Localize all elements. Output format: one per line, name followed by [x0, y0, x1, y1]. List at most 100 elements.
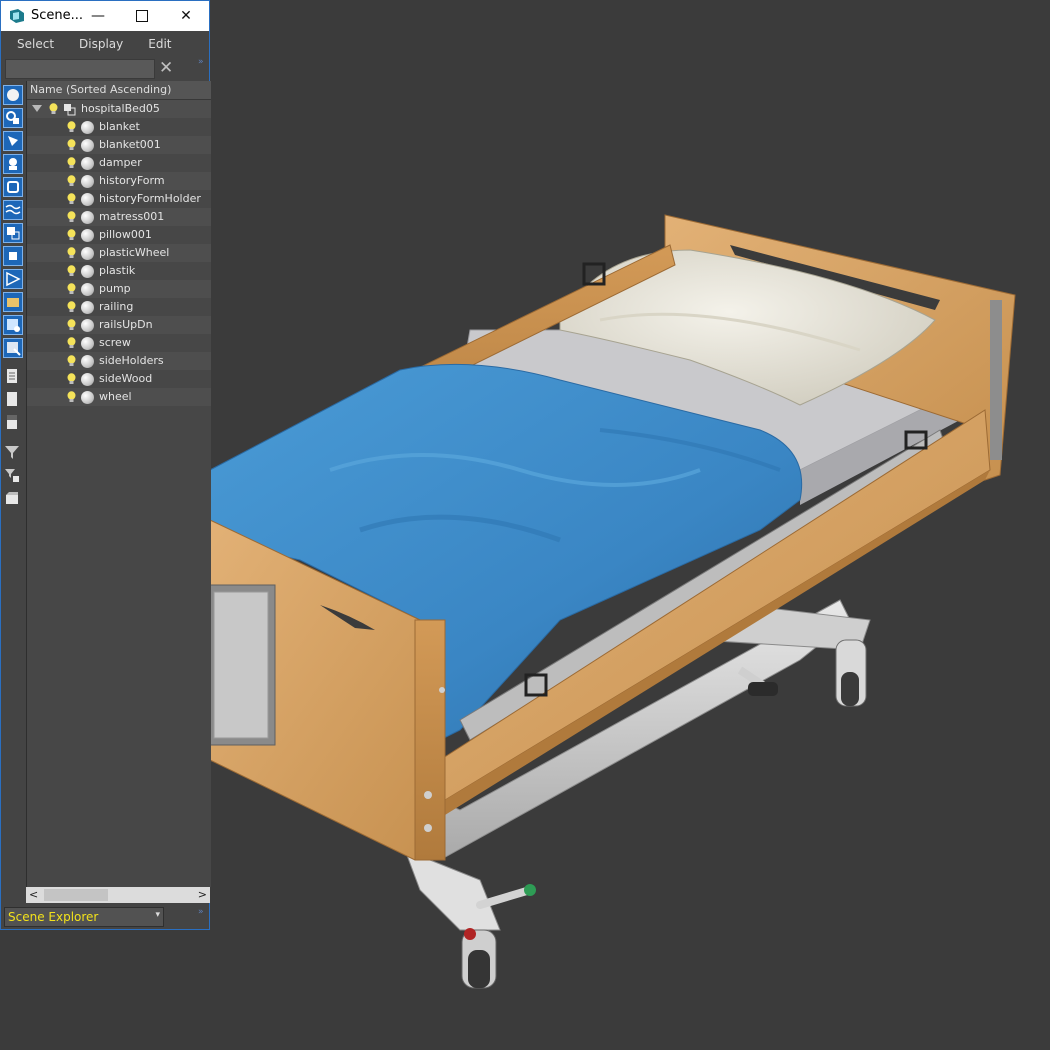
tree-label: plasticWheel — [99, 246, 170, 259]
tree-label: pillow001 — [99, 228, 152, 241]
explorer-selector[interactable]: Scene Explorer ▾ — [4, 907, 164, 927]
tree-row[interactable]: matress001 — [27, 208, 211, 226]
visibility-bulb-icon[interactable] — [67, 355, 76, 367]
display-spacewarps-icon[interactable] — [3, 200, 23, 220]
geometry-sphere-icon — [81, 229, 94, 242]
tree-row[interactable]: blanket001 — [27, 136, 211, 154]
search-input[interactable] — [5, 59, 155, 79]
menu-edit[interactable]: Edit — [140, 37, 171, 51]
scene-tree[interactable]: Name (Sorted Ascending) hospitalBed05 bla… — [26, 81, 211, 887]
menu-display[interactable]: Display — [71, 37, 123, 51]
display-shapes-icon[interactable] — [3, 108, 23, 128]
menu-select[interactable]: Select — [9, 37, 54, 51]
tree-row[interactable]: blanket — [27, 118, 211, 136]
expand-arrow-icon[interactable] — [32, 105, 42, 112]
display-hidden-icon[interactable] — [3, 338, 23, 358]
visibility-bulb-icon[interactable] — [67, 373, 76, 385]
menu-bar: Select Display Edit — [1, 31, 209, 57]
tree-row[interactable]: railsUpDn — [27, 316, 211, 334]
geometry-sphere-icon — [81, 193, 94, 206]
layer-explorer-icon[interactable] — [3, 489, 23, 509]
display-toolbar — [3, 85, 23, 885]
title-bar[interactable]: Scene... — ✕ — [1, 1, 209, 31]
minimize-button[interactable]: — — [75, 1, 121, 31]
expand-footer-icon[interactable]: » — [198, 907, 204, 917]
display-frozen-icon[interactable] — [3, 315, 23, 335]
visibility-bulb-icon[interactable] — [67, 193, 76, 205]
clear-search-icon[interactable]: ✕ — [159, 58, 173, 78]
tree-row[interactable]: railing — [27, 298, 211, 316]
visibility-bulb-icon[interactable] — [49, 103, 58, 115]
geometry-sphere-icon — [81, 391, 94, 404]
visibility-bulb-icon[interactable] — [67, 139, 76, 151]
visibility-bulb-icon[interactable] — [67, 121, 76, 133]
visibility-bulb-icon[interactable] — [67, 391, 76, 403]
visibility-bulb-icon[interactable] — [67, 211, 76, 223]
visibility-bulb-icon[interactable] — [67, 265, 76, 277]
display-bones-icon[interactable] — [3, 269, 23, 289]
visibility-bulb-icon[interactable] — [67, 229, 76, 241]
scroll-thumb[interactable] — [44, 889, 108, 901]
maximize-button[interactable] — [119, 1, 165, 31]
tree-row[interactable]: sideHolders — [27, 352, 211, 370]
tree-row[interactable]: plasticWheel — [27, 244, 211, 262]
geometry-sphere-icon — [81, 121, 94, 134]
display-lights-icon[interactable] — [3, 131, 23, 151]
expand-toolbar-icon[interactable]: » — [198, 57, 204, 67]
tree-row[interactable]: pillow001 — [27, 226, 211, 244]
display-none-icon[interactable] — [3, 390, 23, 410]
tree-row[interactable]: wheel — [27, 388, 211, 406]
close-button[interactable]: ✕ — [163, 1, 209, 31]
visibility-bulb-icon[interactable] — [67, 337, 76, 349]
visibility-bulb-icon[interactable] — [67, 283, 76, 295]
tree-label: hospitalBed05 — [81, 102, 160, 115]
display-containers-icon[interactable] — [3, 292, 23, 312]
visibility-bulb-icon[interactable] — [67, 301, 76, 313]
tree-row[interactable]: screw — [27, 334, 211, 352]
display-geometry-icon[interactable] — [3, 85, 23, 105]
tree-label: railsUpDn — [99, 318, 153, 331]
geometry-sphere-icon — [81, 373, 94, 386]
visibility-bulb-icon[interactable] — [67, 157, 76, 169]
filter-icon[interactable] — [3, 443, 23, 463]
display-groups-icon[interactable] — [3, 223, 23, 243]
geometry-sphere-icon — [81, 157, 94, 170]
tree-label: pump — [99, 282, 131, 295]
display-xrefs-icon[interactable] — [3, 246, 23, 266]
tree-row[interactable]: sideWood — [27, 370, 211, 388]
tree-row[interactable]: historyForm — [27, 172, 211, 190]
group-icon — [64, 104, 76, 116]
horizontal-scrollbar[interactable]: < > — [26, 887, 210, 903]
display-cameras-icon[interactable] — [3, 154, 23, 174]
chevron-down-icon[interactable]: ▾ — [155, 910, 160, 920]
column-header-name[interactable]: Name (Sorted Ascending) — [27, 81, 211, 100]
scroll-left-icon[interactable]: < — [29, 888, 38, 901]
visibility-bulb-icon[interactable] — [67, 175, 76, 187]
tree-label: sideWood — [99, 372, 153, 385]
tree-label: historyFormHolder — [99, 192, 201, 205]
scene-explorer-window[interactable]: Scene... — ✕ Select Display Edit ✕ » Nam… — [0, 0, 211, 930]
geometry-sphere-icon — [81, 355, 94, 368]
geometry-sphere-icon — [81, 319, 94, 332]
tree-label: matress001 — [99, 210, 165, 223]
tree-row[interactable]: pump — [27, 280, 211, 298]
scroll-right-icon[interactable]: > — [198, 888, 207, 901]
tree-label: historyForm — [99, 174, 165, 187]
invert-display-icon[interactable] — [3, 413, 23, 433]
tree-row[interactable]: historyFormHolder — [27, 190, 211, 208]
search-row: ✕ » — [1, 57, 209, 81]
visibility-bulb-icon[interactable] — [67, 319, 76, 331]
geometry-sphere-icon — [81, 139, 94, 152]
tree-label: railing — [99, 300, 134, 313]
geometry-sphere-icon — [81, 211, 94, 224]
display-all-icon[interactable] — [3, 367, 23, 387]
display-helpers-icon[interactable] — [3, 177, 23, 197]
tree-row[interactable]: plastik — [27, 262, 211, 280]
filter-selection-icon[interactable] — [3, 466, 23, 486]
tree-row[interactable]: damper — [27, 154, 211, 172]
tree-label: screw — [99, 336, 131, 349]
maximize-icon — [136, 10, 148, 22]
visibility-bulb-icon[interactable] — [67, 247, 76, 259]
tree-label: damper — [99, 156, 142, 169]
tree-row-root[interactable]: hospitalBed05 — [27, 100, 211, 118]
